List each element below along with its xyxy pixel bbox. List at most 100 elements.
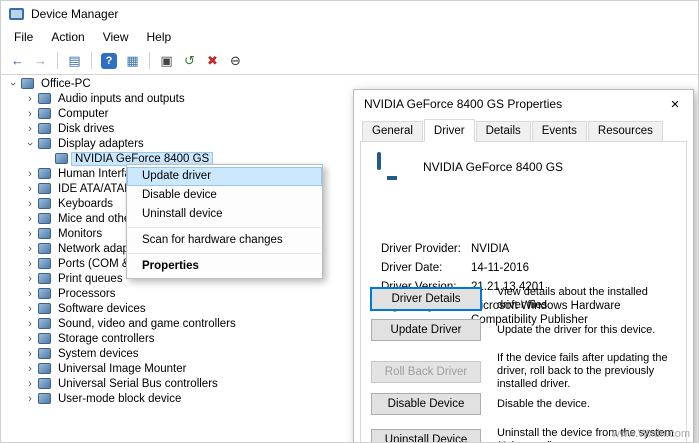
tree-item-label: Computer <box>55 108 112 120</box>
sound-controller-icon <box>38 318 51 329</box>
driver-details-button[interactable]: Driver Details <box>371 288 481 310</box>
computer-icon <box>38 108 51 119</box>
chevron-icon[interactable]: › <box>24 303 36 315</box>
network-adapter-icon <box>38 243 51 254</box>
chevron-icon[interactable]: › <box>24 318 36 330</box>
forward-icon[interactable]: → <box>30 50 51 71</box>
usb-controller-icon <box>38 378 51 389</box>
help-icon[interactable]: ? <box>101 53 117 69</box>
display-adapter-icon <box>377 154 407 180</box>
tree-item-label: Processors <box>55 288 119 300</box>
context-menu-disable-device[interactable]: Disable device <box>127 186 322 205</box>
export-list-icon[interactable]: ▦ <box>122 50 143 71</box>
field-driver-provider: Driver Provider:NVIDIA <box>381 242 678 256</box>
chevron-icon[interactable]: › <box>24 288 36 300</box>
device-header: NVIDIA GeForce 8400 GS <box>377 154 563 180</box>
monitor-icon <box>38 228 51 239</box>
chevron-icon[interactable]: › <box>24 228 36 240</box>
chevron-icon[interactable]: › <box>24 363 36 375</box>
toolbar-separator <box>57 52 58 69</box>
chevron-icon[interactable]: › <box>24 198 36 210</box>
disable-device-button[interactable]: Disable Device <box>371 393 481 415</box>
action-description: If the device fails after updating the d… <box>497 352 678 391</box>
tree-item-label: User-mode block device <box>55 393 184 405</box>
chevron-icon[interactable]: › <box>24 378 36 390</box>
chevron-icon[interactable]: › <box>24 138 36 150</box>
close-icon[interactable]: × <box>657 90 693 118</box>
tab-driver[interactable]: Driver <box>424 119 475 142</box>
tab-strip: GeneralDriverDetailsEventsResources <box>354 118 693 141</box>
processor-icon <box>38 288 51 299</box>
back-icon[interactable]: ← <box>7 50 28 71</box>
chevron-icon[interactable]: › <box>24 258 36 270</box>
chevron-icon[interactable]: › <box>24 348 36 360</box>
software-device-icon <box>38 303 51 314</box>
tree-item-label: Software devices <box>55 303 149 315</box>
context-menu-uninstall-device[interactable]: Uninstall device <box>127 205 322 224</box>
context-menu-properties[interactable]: Properties <box>127 257 322 276</box>
tab-general[interactable]: General <box>362 121 423 142</box>
menu-bar: FileActionViewHelp <box>1 26 698 47</box>
scan-hardware-changes-icon[interactable]: ↺ <box>179 50 200 71</box>
toolbar-separator <box>91 52 92 69</box>
image-mounter-icon <box>38 363 51 374</box>
tree-item-label: Keyboards <box>55 198 116 210</box>
device-manager-window: Device Manager FileActionViewHelp ←→ ▤? ▦ ▣… <box>0 0 699 443</box>
computer-icon[interactable]: ▣ <box>156 50 177 71</box>
tree-item-label: Monitors <box>55 228 105 240</box>
menu-help[interactable]: Help <box>138 28 181 46</box>
action-row-driver-details: Driver DetailsView details about the ins… <box>371 286 678 312</box>
hid-icon <box>38 168 51 179</box>
device-name: NVIDIA GeForce 8400 GS <box>423 160 563 174</box>
driver-actions: Driver DetailsView details about the ins… <box>371 286 678 443</box>
action-description: Disable the device. <box>497 398 678 411</box>
uninstall-device-button[interactable]: Uninstall Device <box>371 429 481 443</box>
tree-item-label: Print queues <box>55 273 126 285</box>
storage-controller-icon <box>38 333 51 344</box>
dialog-title-bar[interactable]: NVIDIA GeForce 8400 GS Properties × <box>354 90 693 118</box>
tab-events[interactable]: Events <box>532 121 587 142</box>
console-window-icon[interactable]: ▤ <box>64 50 85 71</box>
chevron-icon[interactable]: › <box>24 183 36 195</box>
tab-resources[interactable]: Resources <box>588 121 663 142</box>
chevron-icon[interactable]: › <box>24 93 36 105</box>
menu-view[interactable]: View <box>94 28 138 46</box>
context-menu-update-driver[interactable]: Update driver <box>127 167 322 186</box>
chevron-icon[interactable]: › <box>24 273 36 285</box>
chevron-icon[interactable]: › <box>24 243 36 255</box>
field-label: Driver Date: <box>381 261 471 275</box>
chevron-icon[interactable]: › <box>24 123 36 135</box>
chevron-icon[interactable]: › <box>7 78 19 90</box>
menu-action[interactable]: Action <box>42 28 93 46</box>
tree-item-label: Disk drives <box>55 123 117 135</box>
context-menu-scan-for-hardware-changes[interactable]: Scan for hardware changes <box>127 231 322 250</box>
keyboard-icon <box>38 198 51 209</box>
disable-device-icon[interactable]: ⊖ <box>225 50 246 71</box>
ports-icon <box>38 258 51 269</box>
toolbar-separator <box>149 52 150 69</box>
chevron-icon[interactable]: › <box>24 168 36 180</box>
title-bar[interactable]: Device Manager <box>1 1 698 26</box>
tab-details[interactable]: Details <box>476 121 531 142</box>
system-device-icon <box>38 348 51 359</box>
tree-item-label: Universal Serial Bus controllers <box>55 378 221 390</box>
properties-dialog: NVIDIA GeForce 8400 GS Properties × Gene… <box>353 89 694 443</box>
mouse-icon <box>38 213 51 224</box>
driver-tab-page: NVIDIA GeForce 8400 GS Driver Provider:N… <box>360 141 687 443</box>
field-driver-date: Driver Date:14-11-2016 <box>381 261 678 275</box>
chevron-icon[interactable]: › <box>24 333 36 345</box>
toolbar: ←→ ▤? ▦ ▣↺✖⊖ <box>1 47 698 75</box>
roll-back-driver-button[interactable]: Roll Back Driver <box>371 361 481 383</box>
action-row-disable-device: Disable Device Disable the device. <box>371 393 678 415</box>
menu-separator <box>128 227 321 228</box>
uninstall-device-icon[interactable]: ✖ <box>202 50 223 71</box>
audio-icon <box>38 93 51 104</box>
chevron-icon[interactable]: › <box>24 108 36 120</box>
chevron-icon[interactable]: › <box>24 393 36 405</box>
chevron-icon[interactable]: › <box>24 213 36 225</box>
disk-drive-icon <box>38 123 51 134</box>
tree-item-label: System devices <box>55 348 142 360</box>
menu-file[interactable]: File <box>5 28 42 46</box>
update-driver-button[interactable]: Update Driver <box>371 319 481 341</box>
context-menu: Update driverDisable deviceUninstall dev… <box>126 164 323 279</box>
